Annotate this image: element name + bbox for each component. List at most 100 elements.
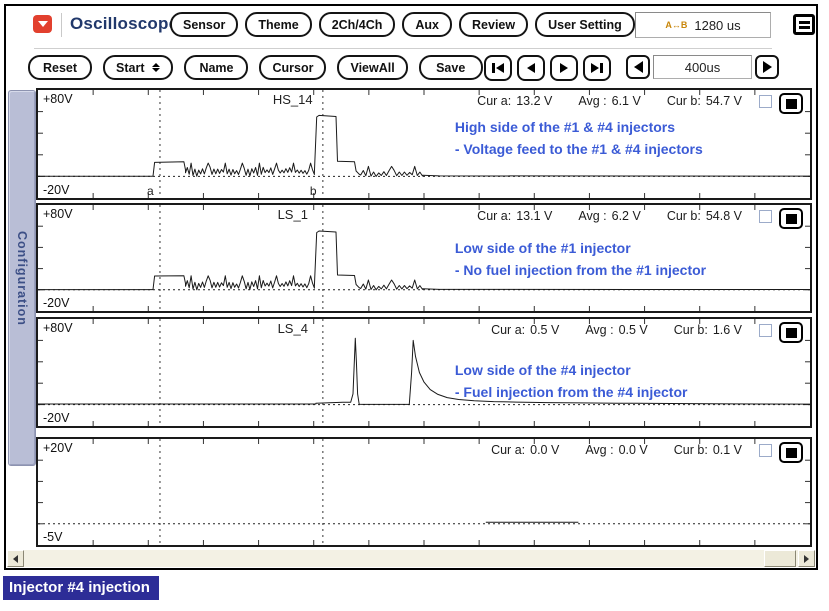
annotation-line1: Low side of the #1 injector (454, 240, 631, 256)
review-button[interactable]: Review (459, 12, 529, 37)
page-title: Oscilloscope (70, 14, 179, 33)
avg-value: 0.5 V (618, 323, 648, 337)
channel-active-button[interactable] (779, 322, 803, 343)
cursor-b-label[interactable]: b (310, 184, 317, 198)
avg-value: 6.1 V (611, 94, 641, 108)
vmin-label: -20V (43, 296, 70, 310)
timebase-value[interactable]: 400us (653, 55, 752, 79)
sensor-button[interactable]: Sensor (170, 12, 239, 37)
triangle-left-icon (495, 63, 504, 73)
triangle-right-icon (560, 63, 568, 73)
channel-active-button[interactable] (779, 442, 803, 463)
reset-button[interactable]: Reset (28, 55, 92, 80)
scroll-left-button[interactable] (7, 550, 24, 567)
ab-cursor-icon: A↔B (665, 19, 688, 30)
save-button[interactable]: Save (418, 55, 483, 80)
avg-label: Avg : (578, 209, 607, 223)
channel-checkbox[interactable] (759, 95, 772, 108)
aux-button[interactable]: Aux (402, 12, 453, 37)
skip-first-button[interactable] (484, 55, 512, 81)
cur-a-label: Cur a: (477, 209, 512, 223)
start-button[interactable]: Start (103, 55, 174, 80)
triangle-right-icon (804, 554, 809, 563)
oscilloscope-app: Oscilloscope Sensor Theme 2Ch/4Ch Aux Re… (0, 0, 829, 611)
horizontal-scrollbar[interactable] (7, 550, 815, 567)
black-square-icon (785, 327, 797, 338)
bar-icon (600, 63, 603, 73)
vmax-label: +80V (43, 207, 73, 221)
black-square-icon (785, 98, 797, 109)
annotation-line2: - Fuel injection from the #4 injector (454, 384, 688, 401)
caret-down-icon (37, 21, 48, 27)
theme-button[interactable]: Theme (245, 12, 312, 37)
measurement-row: Cur a: 0.5 V Avg : 0.5 V Cur b: 1.6 V (491, 323, 742, 337)
channel-panel-3: +80V -20V LS_4 Cur a: 0.5 V Avg : 0.5 V Cu… (36, 317, 812, 428)
vmin-label: -5V (43, 530, 63, 544)
channel-name: HS_14 (272, 92, 313, 107)
avg-value: 6.2 V (611, 209, 641, 223)
channel-name: LS_1 (277, 207, 308, 222)
channel-active-button[interactable] (779, 93, 803, 114)
caption-badge: Injector #4 injection (3, 576, 159, 600)
triangle-right-icon (591, 63, 600, 73)
app-menu-button[interactable] (33, 15, 52, 33)
viewall-button[interactable]: ViewAll (337, 55, 408, 80)
cur-a-label: Cur a: (477, 94, 512, 108)
top-toolbar: Oscilloscope Sensor Theme 2Ch/4Ch Aux Re… (6, 12, 816, 42)
top-button-group: Sensor Theme 2Ch/4Ch Aux Review User Set… (170, 12, 635, 37)
cur-a-value: 13.2 V (516, 94, 553, 108)
scroll-right-button[interactable] (798, 550, 815, 567)
configuration-tab[interactable]: Configuration (8, 90, 36, 466)
cur-a-label: Cur a: (491, 443, 526, 457)
annotation-line1: High side of the #1 & #4 injectors (454, 119, 676, 135)
cur-b-label: Cur b: (673, 323, 708, 337)
avg-value: 0.0 V (618, 443, 648, 457)
vmin-label: -20V (43, 183, 70, 197)
playback-nav-group (484, 55, 611, 81)
channel-active-button[interactable] (779, 208, 803, 229)
skip-last-button[interactable] (583, 55, 611, 81)
channel-checkbox[interactable] (759, 324, 772, 337)
vmax-label: +80V (43, 92, 73, 106)
channel-checkbox[interactable] (759, 210, 772, 223)
triangle-left-icon (633, 61, 643, 73)
second-toolbar: Reset Start Name Cursor ViewAll Save 400… (6, 55, 816, 85)
ab-time-display: A↔B 1280 us (635, 12, 771, 38)
name-button[interactable]: Name (184, 55, 249, 80)
vmax-label: +80V (43, 321, 73, 335)
avg-label: Avg : (585, 443, 614, 457)
cur-b-label: Cur b: (666, 94, 701, 108)
cur-b-value: 54.8 V (705, 209, 742, 223)
hamburger-menu-icon[interactable] (793, 14, 815, 35)
configuration-tab-label: Configuration (15, 230, 29, 326)
avg-label: Avg : (585, 323, 614, 337)
control-button-group: Reset Start Name Cursor ViewAll Save (28, 55, 483, 80)
cur-a-value: 0.0 V (530, 443, 560, 457)
timebase-increase-button[interactable] (755, 55, 779, 79)
start-button-label: Start (116, 60, 145, 75)
scrollbar-thumb[interactable] (764, 550, 796, 567)
cursor-button[interactable]: Cursor (259, 55, 327, 80)
measurement-row: Cur a: 0.0 V Avg : 0.0 V Cur b: 0.1 V (491, 443, 742, 457)
spinner-icon[interactable] (152, 63, 161, 72)
measurement-row: Cur a: 13.1 V Avg : 6.2 V Cur b: 54.8 V (477, 209, 742, 223)
vmax-label: +20V (43, 441, 73, 455)
annotation-line2: - Voltage feed to the #1 & #4 injectors (454, 141, 703, 158)
cur-a-label: Cur a: (491, 323, 526, 337)
step-back-button[interactable] (517, 55, 545, 81)
channel-panel-2: +80V -20V LS_1 Cur a: 13.1 V Avg : 6.2 V C… (36, 203, 812, 313)
channel-panels: +80V -20V HS_14 Cur a: 13.2 V Avg : 6.1 V … (36, 88, 812, 547)
step-forward-button[interactable] (550, 55, 578, 81)
channel-panel-4: +20V -5V Cur a: 0.0 V Avg : 0.0 V Cur b: 0.… (36, 437, 812, 547)
channel-mode-button[interactable]: 2Ch/4Ch (318, 12, 396, 37)
triangle-right-icon (762, 61, 772, 73)
annotation: High side of the #1 & #4 injectors - Vol… (455, 116, 703, 161)
user-setting-button[interactable]: User Setting (535, 12, 635, 37)
cur-b-label: Cur b: (666, 209, 701, 223)
timebase-decrease-button[interactable] (626, 55, 650, 79)
avg-label: Avg : (578, 94, 607, 108)
annotation: Low side of the #4 injector - Fuel injec… (455, 359, 688, 404)
channel-checkbox[interactable] (759, 444, 772, 457)
cursor-a-label[interactable]: a (147, 184, 154, 198)
cur-b-value: 1.6 V (712, 323, 742, 337)
